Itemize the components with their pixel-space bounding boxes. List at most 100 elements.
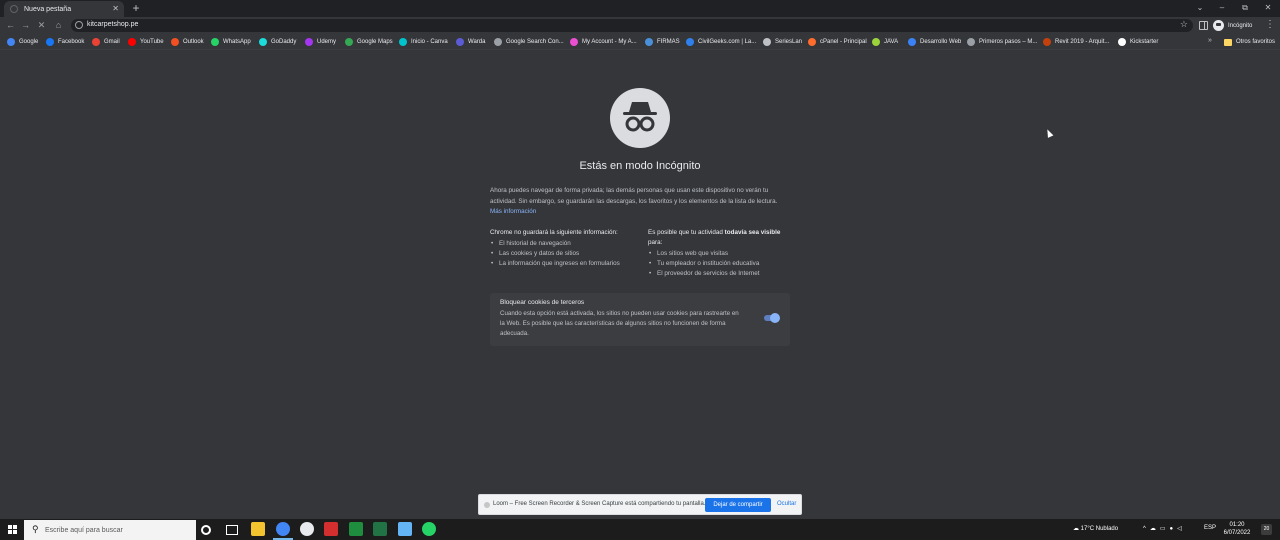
task-view-icon[interactable] bbox=[226, 525, 238, 535]
app-b-icon[interactable] bbox=[349, 522, 363, 536]
taskbar-clock[interactable]: 01:20 6/07/2022 bbox=[1222, 521, 1252, 537]
bookmark-item[interactable]: Gmail bbox=[92, 37, 120, 47]
bookmark-label: WhatsApp bbox=[223, 39, 251, 45]
bookmark-label: Facebook bbox=[58, 39, 85, 45]
tab-close-icon[interactable]: ✕ bbox=[112, 4, 119, 13]
bookmark-label: Google Maps bbox=[357, 39, 393, 45]
toggle-knob bbox=[770, 313, 780, 323]
incognito-icon bbox=[610, 88, 670, 148]
bookmark-label: CivilGeeks.com | La... bbox=[698, 39, 757, 45]
hide-notification-button[interactable]: Ocultar bbox=[777, 501, 796, 507]
bookmark-item[interactable]: My Account - My A... bbox=[570, 37, 637, 47]
bookmark-item[interactable]: JAVA bbox=[872, 37, 898, 47]
youtube-icon bbox=[128, 38, 136, 46]
restore-button[interactable]: ⧉ bbox=[1233, 0, 1257, 17]
cloud-sync-icon[interactable]: ☁ bbox=[1150, 526, 1160, 532]
bookmark-item[interactable]: GoDaddy bbox=[259, 37, 296, 47]
app-icon[interactable] bbox=[398, 522, 412, 536]
bookmark-item[interactable]: Warda bbox=[456, 37, 485, 47]
bookmark-star-icon[interactable]: ☆ bbox=[1180, 19, 1188, 30]
bookmark-item[interactable]: Revit 2019 - Arquit... bbox=[1043, 37, 1109, 47]
browser-menu-icon[interactable]: ⋮ bbox=[1265, 19, 1275, 31]
excel-icon[interactable] bbox=[373, 522, 387, 536]
windows-taskbar: ⚲ Escribe aquí para buscar ☁ 17°C Nublad… bbox=[0, 519, 1280, 540]
notifications-button[interactable]: 20 bbox=[1261, 524, 1272, 535]
url-text[interactable]: kitcarpetshop.pe bbox=[87, 21, 138, 28]
third-party-cookies-card: Bloquear cookies de terceros Cuando esta… bbox=[490, 293, 790, 346]
file-explorer-icon[interactable] bbox=[251, 522, 265, 536]
facebook-icon bbox=[46, 38, 54, 46]
learn-more-link[interactable]: Más información bbox=[490, 208, 536, 215]
java-icon bbox=[872, 38, 880, 46]
bookmark-item[interactable]: WhatsApp bbox=[211, 37, 251, 47]
cortana-icon[interactable] bbox=[201, 525, 211, 535]
volume-icon[interactable]: ◁ bbox=[1177, 526, 1186, 532]
bookmark-item[interactable]: FIRMAS bbox=[645, 37, 680, 47]
firmas-icon bbox=[645, 38, 653, 46]
chevron-up-icon[interactable]: ^ bbox=[1143, 526, 1150, 532]
chrome-icon[interactable] bbox=[276, 522, 290, 536]
minimize-button[interactable]: – bbox=[1210, 0, 1234, 17]
tab-search-button[interactable]: ⌄ bbox=[1188, 0, 1212, 17]
whatsapp-icon bbox=[211, 38, 219, 46]
stop-loading-button[interactable]: ✕ bbox=[35, 19, 48, 32]
back-button[interactable]: ← bbox=[4, 19, 17, 32]
maps-icon bbox=[345, 38, 353, 46]
start-button[interactable] bbox=[8, 525, 17, 534]
search-placeholder: Escribe aquí para buscar bbox=[45, 527, 123, 534]
side-panel-icon[interactable] bbox=[1199, 21, 1208, 30]
bookmark-item[interactable]: Google Maps bbox=[345, 37, 393, 47]
whatsapp-taskbar-icon[interactable] bbox=[422, 522, 436, 536]
bookmark-item[interactable]: Desarrollo Web bbox=[908, 37, 961, 47]
language-indicator[interactable]: ESP bbox=[1204, 525, 1216, 531]
address-bar[interactable]: kitcarpetshop.pe ☆ bbox=[71, 19, 1193, 32]
web-icon bbox=[908, 38, 916, 46]
bookmark-item[interactable]: SeriesLan bbox=[763, 37, 802, 47]
site-info-icon[interactable] bbox=[75, 21, 83, 29]
bookmarks-overflow-button[interactable]: » bbox=[1208, 37, 1212, 44]
revit-icon bbox=[1043, 38, 1051, 46]
incognito-window-icon[interactable] bbox=[300, 522, 314, 536]
heading-part: Es posible que tu actividad bbox=[648, 229, 725, 236]
bookmark-label: FIRMAS bbox=[657, 39, 680, 45]
bookmark-item[interactable]: YouTube bbox=[128, 37, 164, 47]
bookmark-item[interactable]: Facebook bbox=[46, 37, 84, 47]
profile-label: Incógnito bbox=[1228, 22, 1253, 29]
tab-new-tab[interactable]: Nueva pestaña ✕ bbox=[4, 1, 124, 17]
cloud-icon: ☁ bbox=[1073, 526, 1081, 532]
system-tray-icons[interactable]: ^☁▭●◁ bbox=[1143, 525, 1186, 532]
bookmark-item[interactable]: Kickstarter bbox=[1118, 37, 1158, 47]
bookmark-item[interactable]: Inicio - Canva bbox=[399, 37, 448, 47]
bookmark-item[interactable]: Outlook bbox=[171, 37, 204, 47]
stop-sharing-button[interactable]: Dejar de compartir bbox=[705, 498, 771, 512]
cookie-card-title: Bloquear cookies de terceros bbox=[500, 299, 585, 306]
incognito-profile-button[interactable]: Incógnito bbox=[1213, 19, 1252, 32]
list-item: El proveedor de servicios de Internet bbox=[648, 269, 790, 279]
forward-button[interactable]: → bbox=[19, 19, 32, 32]
weather-widget[interactable]: ☁ 17°C Nublado bbox=[1073, 525, 1118, 532]
warda-icon bbox=[456, 38, 464, 46]
taskbar-search-box[interactable]: ⚲ Escribe aquí para buscar bbox=[24, 520, 196, 540]
microphone-icon[interactable]: ● bbox=[1170, 526, 1178, 532]
home-button[interactable]: ⌂ bbox=[52, 19, 65, 32]
bookmark-item[interactable]: Udemy bbox=[305, 37, 336, 47]
clock-time: 01:20 bbox=[1229, 522, 1245, 528]
browser-toolbar: ← → ✕ ⌂ kitcarpetshop.pe ☆ Incógnito ⋮ bbox=[0, 17, 1280, 34]
still-visible-heading: Es posible que tu actividad todavía sea … bbox=[648, 228, 790, 248]
serieslan-icon bbox=[763, 38, 771, 46]
close-window-button[interactable]: ✕ bbox=[1256, 0, 1280, 17]
bookmark-other-folder[interactable]: Otros favoritos bbox=[1224, 37, 1275, 47]
bookmark-item[interactable]: CivilGeeks.com | La... bbox=[686, 37, 756, 47]
heading-emphasis: todavía sea visible bbox=[724, 229, 781, 236]
bookmark-item[interactable]: cPanel - Principal bbox=[808, 37, 867, 47]
bookmark-item[interactable]: Google bbox=[7, 37, 38, 47]
network-icon[interactable]: ▭ bbox=[1160, 526, 1170, 532]
bookmark-item[interactable]: Google Search Con... bbox=[494, 37, 564, 47]
acrobat-icon[interactable] bbox=[324, 522, 338, 536]
bookmark-item[interactable]: Primeros pasos – M... bbox=[967, 37, 1037, 47]
cookie-card-description: Cuando esta opción está activada, los si… bbox=[500, 310, 739, 337]
block-cookies-toggle[interactable] bbox=[764, 313, 780, 323]
globe-icon bbox=[967, 38, 975, 46]
list-item: Los sitios web que visitas bbox=[648, 249, 790, 259]
new-tab-button[interactable]: + bbox=[129, 1, 143, 15]
